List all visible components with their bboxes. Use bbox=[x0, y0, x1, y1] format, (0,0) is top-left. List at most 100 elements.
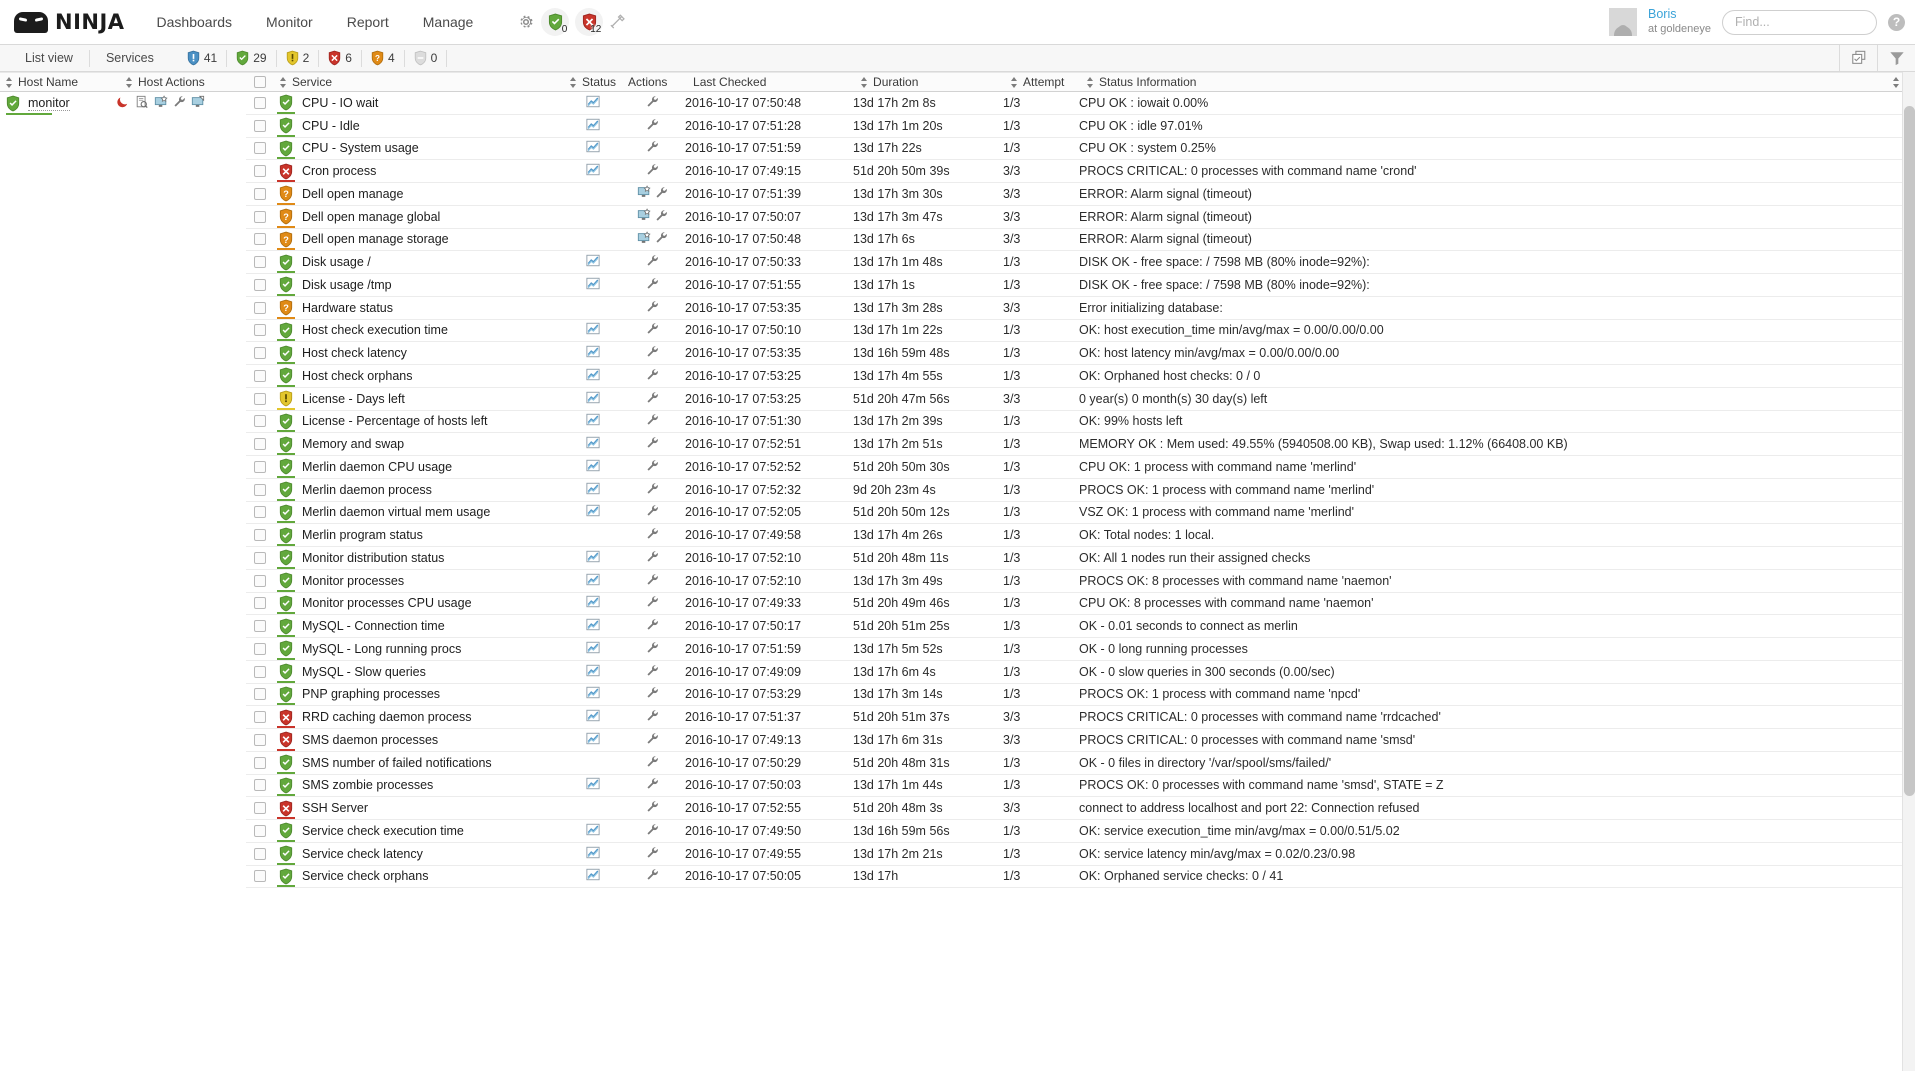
table-row[interactable]: RRD caching daemon process 2016-10-17 07:… bbox=[246, 706, 1915, 729]
wrench-icon[interactable] bbox=[646, 732, 659, 748]
table-row[interactable]: Memory and swap 2016-10-17 07:52:51 13d 17… bbox=[246, 433, 1915, 456]
select-all-checkbox[interactable] bbox=[254, 76, 266, 88]
table-row[interactable]: ? Dell open manage storage 2016-10-17 07:5… bbox=[246, 229, 1915, 252]
graph-icon[interactable] bbox=[586, 163, 600, 179]
header-duration[interactable]: Duration bbox=[855, 73, 1005, 91]
vertical-scrollbar[interactable] bbox=[1902, 72, 1915, 1071]
wrench-icon[interactable] bbox=[646, 573, 659, 589]
row-checkbox[interactable] bbox=[254, 733, 266, 746]
table-row[interactable]: Merlin daemon CPU usage 2016-10-17 07:52:… bbox=[246, 456, 1915, 479]
wrench-icon[interactable] bbox=[646, 755, 659, 771]
table-row[interactable]: MySQL - Connection time 2016-10-17 07:50:… bbox=[246, 615, 1915, 638]
app-logo[interactable]: NINJA bbox=[14, 10, 125, 34]
scrollbar-thumb[interactable] bbox=[1904, 106, 1915, 796]
host-name-link[interactable]: monitor bbox=[28, 96, 70, 111]
wrench-icon[interactable] bbox=[646, 641, 659, 657]
service-name-link[interactable]: Service check execution time bbox=[302, 823, 464, 838]
row-checkbox[interactable] bbox=[254, 665, 266, 678]
wrench-icon[interactable] bbox=[646, 482, 659, 498]
service-name-link[interactable]: MySQL - Long running procs bbox=[302, 641, 462, 656]
wrench-icon[interactable] bbox=[655, 209, 668, 225]
nav-manage[interactable]: Manage bbox=[421, 10, 476, 34]
graph-icon[interactable] bbox=[586, 482, 600, 498]
header-host-actions[interactable]: Host Actions bbox=[120, 73, 240, 91]
graph-icon[interactable] bbox=[586, 277, 600, 293]
table-row[interactable]: ? Dell open manage global 2016-10-17 07:50… bbox=[246, 206, 1915, 229]
row-checkbox[interactable] bbox=[254, 165, 266, 178]
graph-icon[interactable] bbox=[586, 436, 600, 452]
wrench-icon[interactable] bbox=[646, 664, 659, 680]
table-row[interactable]: MySQL - Slow queries 2016-10-17 07:49:09 1… bbox=[246, 661, 1915, 684]
service-name-link[interactable]: SMS number of failed notifications bbox=[302, 755, 492, 770]
table-row[interactable]: Disk usage /tmp 2016-10-17 07:51:55 13d 17… bbox=[246, 274, 1915, 297]
table-row[interactable]: Disk usage / 2016-10-17 07:50:33 13d 17h 1… bbox=[246, 251, 1915, 274]
help-icon[interactable]: ? bbox=[1888, 13, 1905, 31]
wrench-icon[interactable] bbox=[646, 277, 659, 293]
service-name-link[interactable]: Disk usage / bbox=[302, 255, 371, 270]
service-name-link[interactable]: SMS zombie processes bbox=[302, 778, 434, 793]
wrench-icon[interactable] bbox=[646, 118, 659, 134]
list-view-tab[interactable]: List view bbox=[9, 51, 89, 65]
row-checkbox[interactable] bbox=[254, 870, 266, 883]
wrench-icon[interactable] bbox=[646, 777, 659, 793]
table-row[interactable]: Monitor processes 2016-10-17 07:52:10 13d … bbox=[246, 570, 1915, 593]
row-checkbox[interactable] bbox=[254, 756, 266, 769]
service-name-link[interactable]: Dell open manage storage bbox=[302, 232, 449, 247]
count-info[interactable]: 41 bbox=[178, 49, 228, 67]
monitor-edit-icon[interactable] bbox=[191, 95, 205, 112]
row-checkbox[interactable] bbox=[254, 187, 266, 200]
wrench-icon[interactable] bbox=[655, 186, 668, 202]
graph-icon[interactable] bbox=[586, 368, 600, 384]
wrench-icon[interactable] bbox=[646, 322, 659, 338]
service-name-link[interactable]: PNP graphing processes bbox=[302, 687, 441, 702]
table-row[interactable]: SMS number of failed notifications 2016-1… bbox=[246, 752, 1915, 775]
table-row[interactable]: Host check execution time 2016-10-17 07:5… bbox=[246, 320, 1915, 343]
user-name[interactable]: Boris bbox=[1648, 7, 1711, 23]
row-checkbox[interactable] bbox=[254, 483, 266, 496]
service-name-link[interactable]: Host check latency bbox=[302, 346, 407, 361]
wrench-icon[interactable] bbox=[646, 391, 659, 407]
count-pending[interactable]: 0 bbox=[405, 49, 448, 67]
table-row[interactable]: Merlin program status 2016-10-17 07:49:58… bbox=[246, 524, 1915, 547]
wrench-icon[interactable] bbox=[646, 550, 659, 566]
header-attempt[interactable]: Attempt bbox=[1005, 73, 1081, 91]
table-row[interactable]: Host check orphans 2016-10-17 07:53:25 13d… bbox=[246, 365, 1915, 388]
service-name-link[interactable]: Merlin program status bbox=[302, 528, 423, 543]
nav-monitor[interactable]: Monitor bbox=[264, 10, 315, 34]
graph-icon[interactable] bbox=[586, 413, 600, 429]
count-critical[interactable]: 6 bbox=[319, 49, 362, 67]
table-row[interactable]: Merlin daemon virtual mem usage 2016-10-1… bbox=[246, 502, 1915, 525]
table-row[interactable]: Service check execution time 2016-10-17 0… bbox=[246, 820, 1915, 843]
service-name-link[interactable]: Host check orphans bbox=[302, 368, 413, 383]
service-name-link[interactable]: MySQL - Slow queries bbox=[302, 664, 426, 679]
table-row[interactable]: Service check latency 2016-10-17 07:49:55… bbox=[246, 843, 1915, 866]
table-row[interactable]: ? Dell open manage 2016-10-17 07:51:39 13d … bbox=[246, 183, 1915, 206]
graph-icon[interactable] bbox=[586, 118, 600, 134]
clipboard-icon[interactable] bbox=[135, 95, 149, 112]
header-status-information[interactable]: Status Information bbox=[1081, 73, 1887, 91]
graph-icon[interactable] bbox=[586, 641, 600, 657]
table-row[interactable]: Service check orphans 2016-10-17 07:50:05… bbox=[246, 866, 1915, 889]
row-checkbox[interactable] bbox=[254, 529, 266, 542]
service-name-link[interactable]: Dell open manage bbox=[302, 186, 404, 201]
table-row[interactable]: Host check latency 2016-10-17 07:53:35 13d… bbox=[246, 342, 1915, 365]
wrench-icon[interactable] bbox=[646, 709, 659, 725]
graph-icon[interactable] bbox=[586, 95, 600, 111]
service-name-link[interactable]: SMS daemon processes bbox=[302, 732, 439, 747]
table-row[interactable]: Monitor processes CPU usage 2016-10-17 07… bbox=[246, 593, 1915, 616]
row-checkbox[interactable] bbox=[254, 256, 266, 269]
row-checkbox[interactable] bbox=[254, 301, 266, 314]
table-row[interactable]: CPU - System usage 2016-10-17 07:51:59 13d… bbox=[246, 138, 1915, 161]
table-row[interactable]: Merlin daemon process 2016-10-17 07:52:32… bbox=[246, 479, 1915, 502]
graph-icon[interactable] bbox=[586, 459, 600, 475]
service-name-link[interactable]: License - Days left bbox=[302, 391, 405, 406]
service-name-link[interactable]: Disk usage /tmp bbox=[302, 277, 392, 292]
header-service[interactable]: Service bbox=[274, 73, 564, 91]
service-name-link[interactable]: MySQL - Connection time bbox=[302, 619, 445, 634]
row-checkbox[interactable] bbox=[254, 119, 266, 132]
monitor-star-icon[interactable] bbox=[637, 208, 651, 225]
search-input[interactable] bbox=[1722, 9, 1877, 35]
row-checkbox[interactable] bbox=[254, 210, 266, 223]
graph-icon[interactable] bbox=[586, 504, 600, 520]
graph-icon[interactable] bbox=[586, 140, 600, 156]
